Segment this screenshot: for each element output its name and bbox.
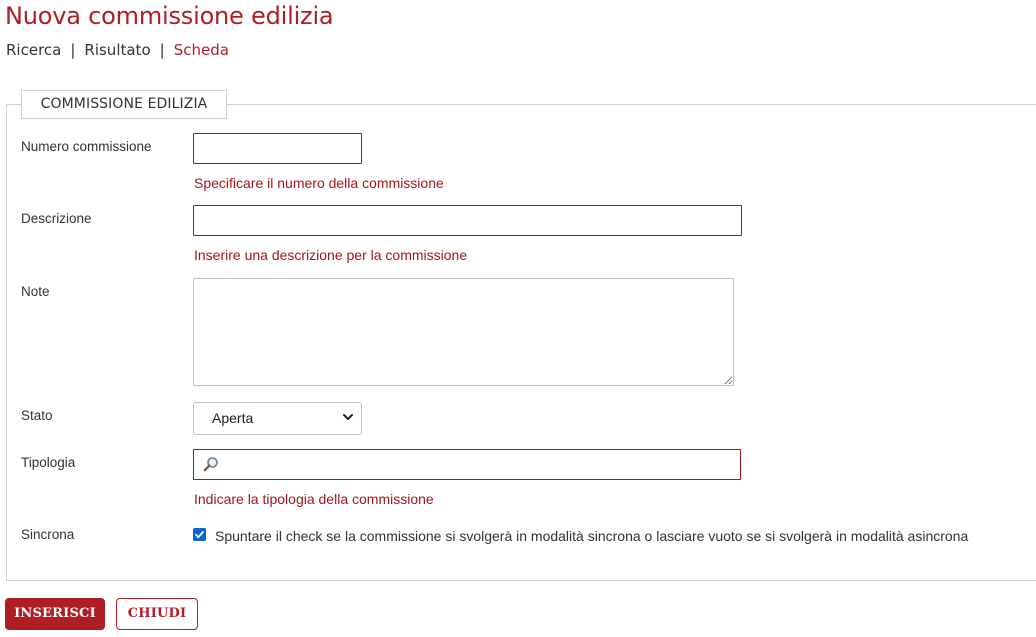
stato-selected-value: Aperta — [212, 410, 254, 426]
magnifier-icon[interactable] — [203, 456, 219, 472]
breadcrumb-ricerca[interactable]: Ricerca — [6, 41, 61, 59]
checkmark-icon — [195, 531, 204, 539]
chiudi-button[interactable]: CHIUDI — [116, 598, 198, 630]
note-textarea[interactable] — [193, 278, 734, 386]
tipologia-label: Tipologia — [21, 455, 76, 470]
breadcrumb-separator: | — [70, 41, 76, 59]
descrizione-hint: Inserire una descrizione per la commissi… — [194, 247, 468, 263]
chevron-down-icon — [343, 414, 353, 420]
breadcrumb-scheda[interactable]: Scheda — [174, 41, 229, 59]
breadcrumb-separator: | — [159, 41, 165, 59]
sincrona-description: Spuntare il check se la commissione si s… — [215, 528, 969, 544]
descrizione-input[interactable] — [193, 205, 742, 236]
inserisci-button[interactable]: INSERISCI — [5, 598, 105, 630]
descrizione-label: Descrizione — [21, 211, 92, 226]
tipologia-hint: Indicare la tipologia della commissione — [194, 491, 434, 507]
numero-commissione-label: Numero commissione — [21, 139, 152, 154]
sincrona-checkbox[interactable] — [193, 528, 206, 541]
stato-label: Stato — [21, 408, 53, 423]
breadcrumb: Ricerca | Risultato | Scheda — [6, 41, 229, 59]
numero-commissione-input[interactable] — [193, 133, 362, 164]
form-legend: COMMISSIONE EDILIZIA — [21, 90, 227, 119]
stato-select[interactable]: Aperta — [193, 402, 362, 435]
numero-commissione-hint: Specificare il numero della commissione — [194, 175, 444, 191]
breadcrumb-risultato[interactable]: Risultato — [84, 41, 150, 59]
page-title: Nuova commissione edilizia — [5, 2, 334, 30]
note-label: Note — [21, 284, 50, 299]
tipologia-input[interactable] — [193, 449, 741, 480]
sincrona-label: Sincrona — [21, 527, 75, 542]
